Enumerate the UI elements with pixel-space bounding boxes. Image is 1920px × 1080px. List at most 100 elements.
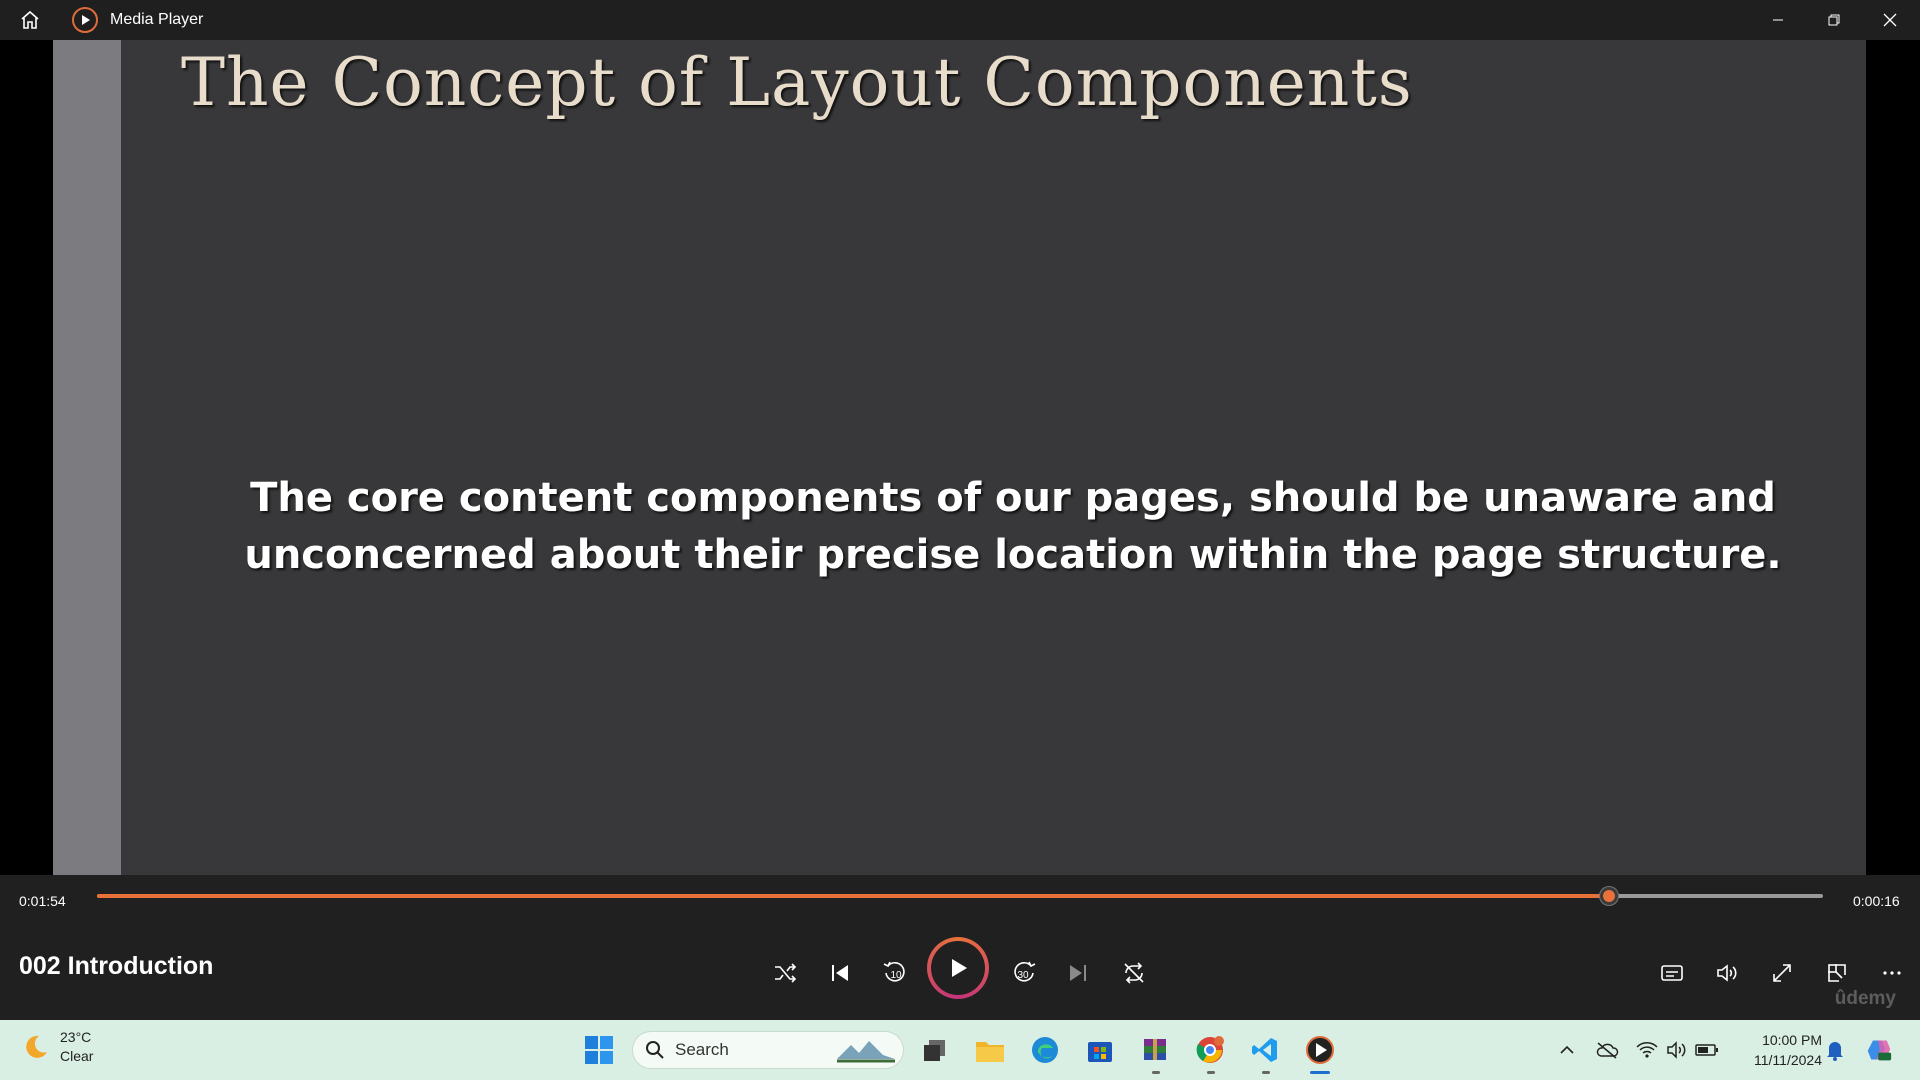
taskbar-clock[interactable]: 10:00 PM 11/11/2024 [1730,1030,1822,1070]
battery-button[interactable] [1694,1037,1720,1063]
elapsed-time: 0:01:54 [19,893,66,909]
slide-body-text: The core content components of our pages… [153,470,1873,584]
skip-forward-button[interactable]: 30 [1004,953,1044,993]
running-indicator [1207,1071,1215,1074]
seek-bar-progress [97,894,1609,898]
udemy-watermark: ûdemy [1834,988,1896,1009]
copilot-icon [1867,1040,1892,1061]
restore-button[interactable] [1806,0,1862,40]
speaker-icon [1667,1041,1686,1059]
task-view-icon [924,1040,945,1061]
copilot-button[interactable] [1866,1037,1892,1063]
microsoft-store-button[interactable] [1080,1030,1120,1070]
slide-body-line: The core content components of our pages… [250,475,1776,521]
media-player-taskbar-button[interactable] [1300,1030,1340,1070]
playback-controls: 0:01:54 0:00:16 002 Introduction 10 30 û… [0,875,1920,1020]
weather-widget[interactable]: 23°C Clear [20,1028,93,1066]
vscode-button[interactable] [1245,1030,1285,1070]
fullscreen-icon [1773,964,1791,982]
chevron-up-icon [1560,1045,1574,1054]
mini-player-icon [1828,964,1846,982]
close-icon [1883,13,1897,27]
home-button[interactable] [0,0,60,40]
play-button[interactable] [927,937,989,999]
previous-button[interactable] [820,953,860,993]
taskbar-search[interactable] [632,1031,904,1069]
battery-icon [1695,1044,1718,1056]
mini-player-button[interactable] [1817,953,1857,993]
skip-next-icon [1070,965,1086,981]
windows-icon [585,1036,613,1064]
minimize-icon [1773,19,1783,21]
repeat-off-icon [1124,962,1144,984]
slide-side-strip [53,40,121,875]
repeat-button[interactable] [1114,953,1154,993]
close-button[interactable] [1862,0,1918,40]
bell-icon [1827,1042,1843,1061]
edge-icon [1032,1037,1058,1063]
window-title: Media Player [110,11,204,28]
play-icon [952,959,967,977]
captions-button[interactable] [1652,953,1692,993]
skip-back-label: 10 [890,970,902,981]
winrar-button[interactable] [1135,1030,1175,1070]
network-button[interactable] [1634,1037,1660,1063]
video-area[interactable]: The Concept of Layout Components The cor… [0,40,1920,875]
moon-icon [26,1035,47,1058]
wifi-icon [1636,1042,1658,1058]
task-view-button[interactable] [915,1030,955,1070]
volume-button[interactable] [1707,953,1747,993]
winrar-icon [1144,1039,1166,1060]
track-title: 002 Introduction [19,952,214,980]
onedrive-button[interactable] [1594,1037,1620,1063]
media-player-logo-icon [72,7,98,33]
clock-date: 11/11/2024 [1754,1052,1822,1068]
forward-30-icon: 30 [1014,961,1036,982]
captions-icon [1661,965,1683,981]
skip-forward-label: 30 [1017,970,1029,981]
running-indicator [1262,1071,1270,1074]
edge-button[interactable] [1025,1030,1065,1070]
store-icon [1088,1042,1112,1062]
video-frame-slide: The Concept of Layout Components The cor… [53,40,1866,875]
slide-body-line: unconcerned about their precise location… [244,532,1782,578]
more-options-button[interactable] [1872,953,1912,993]
file-explorer-button[interactable] [970,1030,1010,1070]
folder-icon [976,1042,1004,1062]
shuffle-button[interactable] [765,953,805,993]
show-hidden-icons-button[interactable] [1554,1037,1580,1063]
fullscreen-button[interactable] [1762,953,1802,993]
more-icon [1883,971,1901,975]
rewind-10-icon: 10 [883,961,905,982]
seek-bar-thumb[interactable] [1599,887,1618,905]
volume-icon [1717,964,1737,982]
search-input[interactable] [675,1040,815,1060]
chrome-button[interactable] [1190,1030,1230,1070]
search-icon [646,1041,664,1059]
restore-icon [1828,14,1840,26]
weather-description: Clear [60,1048,94,1064]
slide-title: The Concept of Layout Components [181,44,1413,121]
volume-tray-button[interactable] [1664,1037,1690,1063]
taskbar: 23°C Clear Search 10:00 PM 11/11/2024 [0,1020,1920,1080]
notifications-button[interactable] [1822,1037,1848,1063]
vscode-icon [1252,1038,1277,1062]
home-icon [21,10,39,29]
weather-temperature: 23°C [60,1029,92,1045]
media-player-window: Media Player The Concept of Layout Compo… [0,0,1920,1080]
remaining-time: 0:00:16 [1853,893,1900,909]
media-player-icon [1306,1036,1334,1064]
search-highlight-mountain-icon [837,1041,895,1063]
minimize-button[interactable] [1750,0,1806,40]
running-indicator [1152,1071,1160,1074]
shuffle-icon [775,963,797,983]
next-button[interactable] [1058,953,1098,993]
seek-bar[interactable] [97,887,1823,905]
chrome-icon [1196,1036,1224,1063]
title-bar: Media Player [0,0,1920,40]
start-button[interactable] [579,1030,619,1070]
active-indicator [1310,1071,1330,1074]
skip-back-button[interactable]: 10 [875,953,915,993]
cloud-off-icon [1596,1042,1619,1059]
clock-time: 10:00 PM [1762,1032,1822,1048]
